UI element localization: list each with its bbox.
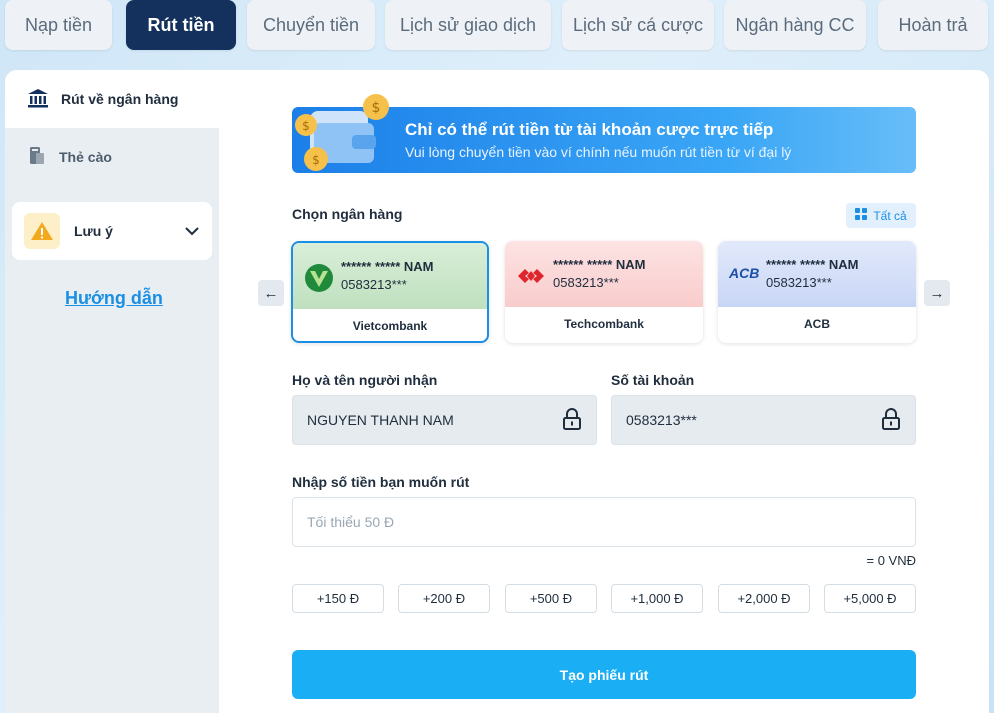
banner-title: Chỉ có thể rút tiền từ tài khoản cược tr… (405, 120, 774, 139)
bank-card-vietcombank[interactable]: ****** ***** NAM 0583213*** Vietcombank (291, 241, 489, 343)
card-bank-name: ACB (804, 317, 830, 331)
card-account: 0583213*** (766, 275, 832, 290)
recipient-name-field[interactable]: NGUYEN THANH NAM (292, 395, 597, 445)
tab-withdraw[interactable]: Rút tiền (126, 0, 236, 50)
quick-amount-200[interactable]: +200 Đ (398, 584, 490, 613)
card-bank-name: Techcombank (564, 317, 644, 331)
svg-text:$: $ (372, 100, 381, 116)
sidebar-item-phone-card[interactable]: Thẻ cào (5, 128, 219, 186)
amount-label: Nhập số tiền bạn muốn rút (292, 474, 470, 490)
account-number-value: 0583213*** (626, 412, 697, 428)
card-account: 0583213*** (553, 275, 619, 290)
tab-betting-history[interactable]: Lịch sử cá cược (562, 0, 714, 50)
converted-amount: = 0 VNĐ (866, 553, 917, 568)
note-toggle[interactable]: Lưu ý (12, 202, 212, 260)
view-all-button[interactable]: Tất cả (846, 203, 916, 228)
guide-link[interactable]: Hướng dẫn (65, 288, 163, 309)
arrow-right-icon: → (929, 284, 945, 302)
create-withdrawal-button[interactable]: Tạo phiếu rút (292, 650, 916, 699)
card-bank-name: Vietcombank (352, 319, 428, 333)
svg-text:$: $ (302, 119, 310, 133)
quick-amount-5000[interactable]: +5,000 Đ (824, 584, 916, 613)
bank-card-acb[interactable]: ACB ****** ***** NAM 0583213*** ACB (718, 241, 916, 343)
chevron-down-icon (184, 223, 200, 239)
tab-bank-cc[interactable]: Ngân hàng CC (724, 0, 866, 50)
lock-icon (881, 407, 901, 433)
info-banner: $ $ $ Chỉ có thể rút tiền từ tài khoản c… (292, 94, 916, 173)
vietcombank-logo-icon (304, 263, 334, 298)
wallet-coins-icon: $ $ $ (292, 93, 392, 180)
sidebar-item-label: Rút về ngân hàng (61, 91, 179, 107)
recipient-name-value: NGUYEN THANH NAM (307, 412, 454, 428)
card-account: 0583213*** (341, 277, 407, 292)
tab-transaction-history[interactable]: Lịch sử giao dịch (385, 0, 551, 50)
sidebar-item-bank-withdraw[interactable]: Rút về ngân hàng (5, 70, 219, 128)
note-label: Lưu ý (74, 223, 113, 239)
lock-icon (562, 407, 582, 433)
grid-icon (855, 208, 868, 223)
quick-amount-150[interactable]: +150 Đ (292, 584, 384, 613)
sidebar-item-label: Thẻ cào (59, 149, 112, 165)
account-number-field[interactable]: 0583213*** (611, 395, 916, 445)
bank-icon (27, 87, 49, 112)
next-arrow-button[interactable]: → (924, 280, 950, 306)
sidebar: Rút về ngân hàng Thẻ cào Lưu ý Hướng dẫn (5, 70, 219, 713)
card-holder: ****** ***** NAM (553, 257, 646, 272)
account-label: Số tài khoản (611, 372, 695, 388)
warning-icon (24, 213, 60, 249)
bank-card-techcombank[interactable]: ****** ***** NAM 0583213*** Techcombank (505, 241, 703, 343)
quick-amount-2000[interactable]: +2,000 Đ (718, 584, 810, 613)
bank-section-label: Chọn ngân hàng (292, 206, 403, 222)
view-all-label: Tất cả (873, 208, 907, 223)
techcombank-logo-icon (516, 261, 546, 296)
card-holder: ****** ***** NAM (766, 257, 859, 272)
tab-deposit[interactable]: Nạp tiền (5, 0, 112, 50)
prev-arrow-button[interactable]: ← (258, 280, 284, 306)
main-panel: Rút về ngân hàng Thẻ cào Lưu ý Hướng dẫn… (5, 70, 989, 713)
card-holder: ****** ***** NAM (341, 259, 434, 274)
banner-subtitle: Vui lòng chuyển tiền vào ví chính nếu mu… (405, 144, 792, 160)
phone-card-icon (27, 145, 47, 170)
tab-refund[interactable]: Hoàn trả (878, 0, 988, 50)
svg-text:$: $ (312, 153, 320, 167)
quick-amount-1000[interactable]: +1,000 Đ (611, 584, 703, 613)
amount-input[interactable] (292, 497, 916, 547)
quick-amount-500[interactable]: +500 Đ (505, 584, 597, 613)
acb-logo: ACB (729, 265, 760, 281)
recipient-label: Họ và tên người nhận (292, 372, 438, 388)
arrow-left-icon: ← (263, 284, 279, 302)
tab-transfer[interactable]: Chuyển tiền (247, 0, 375, 50)
